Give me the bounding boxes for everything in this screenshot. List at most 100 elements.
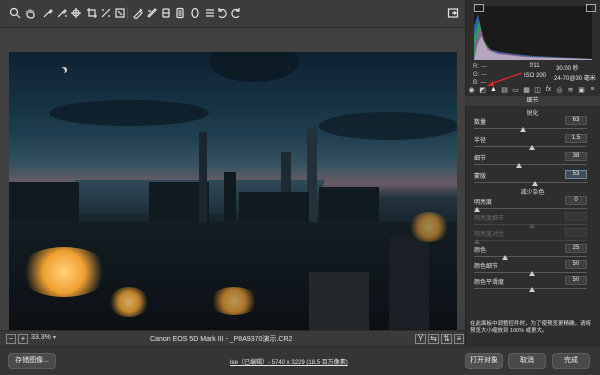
noise-reduction-title: 减少杂色: [520, 190, 545, 196]
tab-lens-icon[interactable]: ▦: [522, 85, 531, 94]
swap-settings-icon[interactable]: ⇆: [428, 334, 439, 344]
tab-snapshots-icon[interactable]: ▣: [577, 85, 586, 94]
slider-thumb: [529, 223, 535, 228]
hand-icon[interactable]: [23, 6, 37, 20]
slider-thumb[interactable]: [529, 145, 535, 150]
toolbar-divider: [127, 7, 128, 19]
rotate-cw-icon[interactable]: [229, 6, 243, 20]
straighten-icon[interactable]: [99, 6, 113, 20]
slider-value-field[interactable]: 0: [565, 196, 587, 205]
status-bar: − + 33.3% ▾ Canon EOS 5D Mark III - _P8A…: [0, 330, 465, 346]
zoom-in-button[interactable]: +: [18, 334, 28, 344]
spot-removal-icon[interactable]: [113, 6, 127, 20]
tab-tone-curve-icon[interactable]: ◩: [478, 85, 487, 94]
highlight-clipping-warning-icon[interactable]: [586, 4, 596, 12]
slider-track[interactable]: [474, 256, 587, 257]
tab-hsl-icon[interactable]: ▤: [500, 85, 509, 94]
slider-value-field: [565, 212, 587, 221]
histogram: [474, 6, 592, 60]
g-label: G:: [473, 72, 480, 78]
panel-menu-icon[interactable]: ≡: [588, 85, 597, 94]
fullscreen-icon[interactable]: [446, 6, 460, 20]
moon: [59, 68, 65, 74]
slider-thumb[interactable]: [532, 181, 539, 186]
target-adjust-icon[interactable]: [69, 6, 83, 20]
slider-label: 数量: [474, 120, 487, 126]
slider-thumb[interactable]: [529, 287, 535, 292]
city-lights: [209, 287, 259, 315]
circle-select-icon[interactable]: [188, 6, 202, 20]
slider-value-field[interactable]: 1.5: [565, 134, 587, 143]
adjustment-brush-icon[interactable]: [131, 6, 145, 20]
tab-effects-icon[interactable]: ◫: [533, 85, 542, 94]
slider-label: 蒙版: [474, 174, 487, 180]
slider-thumb[interactable]: [515, 163, 522, 168]
slider-value-field: [565, 228, 587, 237]
crop-icon[interactable]: [85, 6, 99, 20]
city-lights: [109, 287, 149, 317]
slider-value-field[interactable]: 25: [565, 244, 587, 253]
photo-preview[interactable]: [9, 52, 457, 332]
slider-thumb[interactable]: [529, 271, 535, 276]
slider-label: 细节: [474, 156, 487, 162]
tab-detail-icon[interactable]: ▲: [489, 85, 498, 94]
histogram-graph: [474, 14, 592, 60]
cancel-button[interactable]: 取消: [508, 353, 546, 369]
before-after-y-icon[interactable]: Y: [415, 334, 426, 344]
zoom-level[interactable]: 33.3%: [31, 334, 51, 341]
iso: ISO 200: [524, 73, 547, 79]
cloud: [209, 52, 299, 82]
done-button[interactable]: 完成: [552, 353, 590, 369]
slider-value-field[interactable]: 50: [565, 276, 587, 285]
slider-thumb[interactable]: [520, 127, 527, 132]
slider-track: [474, 240, 587, 241]
slider-track[interactable]: [474, 182, 587, 183]
shadow-clipping-warning-icon[interactable]: [474, 4, 484, 12]
city-lights: [409, 212, 449, 242]
file-name: Canon EOS 5D Mark III - _P8A9370演示.CR2: [150, 336, 293, 343]
slider-thumb[interactable]: [474, 207, 480, 212]
slider-label: 颜色细节: [474, 264, 499, 270]
slider-value-field[interactable]: 63: [565, 116, 587, 125]
top-toolbar: [0, 0, 465, 28]
aperture: f/11: [530, 63, 540, 69]
slider-value-field[interactable]: 50: [565, 260, 587, 269]
detail-section-title: 细节: [465, 96, 600, 106]
slider-value-field[interactable]: 38: [565, 152, 587, 161]
slider-value-field[interactable]: 53: [565, 170, 587, 179]
radial-filter-icon[interactable]: [159, 6, 173, 20]
tab-basic-icon[interactable]: ◉: [467, 85, 476, 94]
tab-fx-icon[interactable]: fx: [544, 85, 553, 94]
toggle-settings-icon[interactable]: ≡: [454, 334, 464, 344]
slider-label: 颜色平滑度: [474, 280, 505, 286]
slider-track[interactable]: [474, 208, 587, 209]
slider-track[interactable]: [474, 164, 587, 165]
r-value: ---: [480, 64, 487, 70]
color-sampler-icon[interactable]: [55, 6, 69, 20]
graduated-filter-icon[interactable]: [145, 6, 159, 20]
white-balance-icon[interactable]: [41, 6, 55, 20]
slider-thumb: [474, 239, 480, 244]
chevron-down-icon[interactable]: ▾: [53, 334, 56, 341]
tab-camera-calibration-icon[interactable]: ◎: [555, 85, 564, 94]
preferences-icon[interactable]: [173, 6, 187, 20]
rotate-ccw-icon[interactable]: [215, 6, 229, 20]
building: [389, 237, 429, 332]
slider-label: 颜色: [474, 248, 487, 254]
workflow-options-link[interactable]: lee（已编辑）- 5740 x 3229 (18.5 百万像素): [230, 357, 348, 366]
slider-label: 明亮度细节: [474, 216, 505, 222]
tab-presets-icon[interactable]: ≋: [566, 85, 575, 94]
open-object-button[interactable]: 打开对象: [465, 353, 503, 369]
copy-settings-icon[interactable]: ⇅: [441, 334, 452, 344]
cloud: [319, 112, 457, 140]
cloud: [49, 100, 209, 126]
zoom-icon[interactable]: [8, 6, 22, 20]
save-image-button[interactable]: 存储图像...: [8, 353, 56, 369]
zoom-out-button[interactable]: −: [6, 334, 16, 344]
panel-tabs: ◉ ◩ ▲ ▤ ▭ ▦ ◫ fx ◎ ≋ ▣ ≡: [465, 84, 600, 95]
tab-split-toning-icon[interactable]: ▭: [511, 85, 520, 94]
slider-thumb[interactable]: [501, 255, 508, 260]
shutter-speed: 30.00 秒: [556, 66, 579, 72]
slider-track[interactable]: [474, 128, 587, 129]
slider-label: 半径: [474, 138, 487, 144]
